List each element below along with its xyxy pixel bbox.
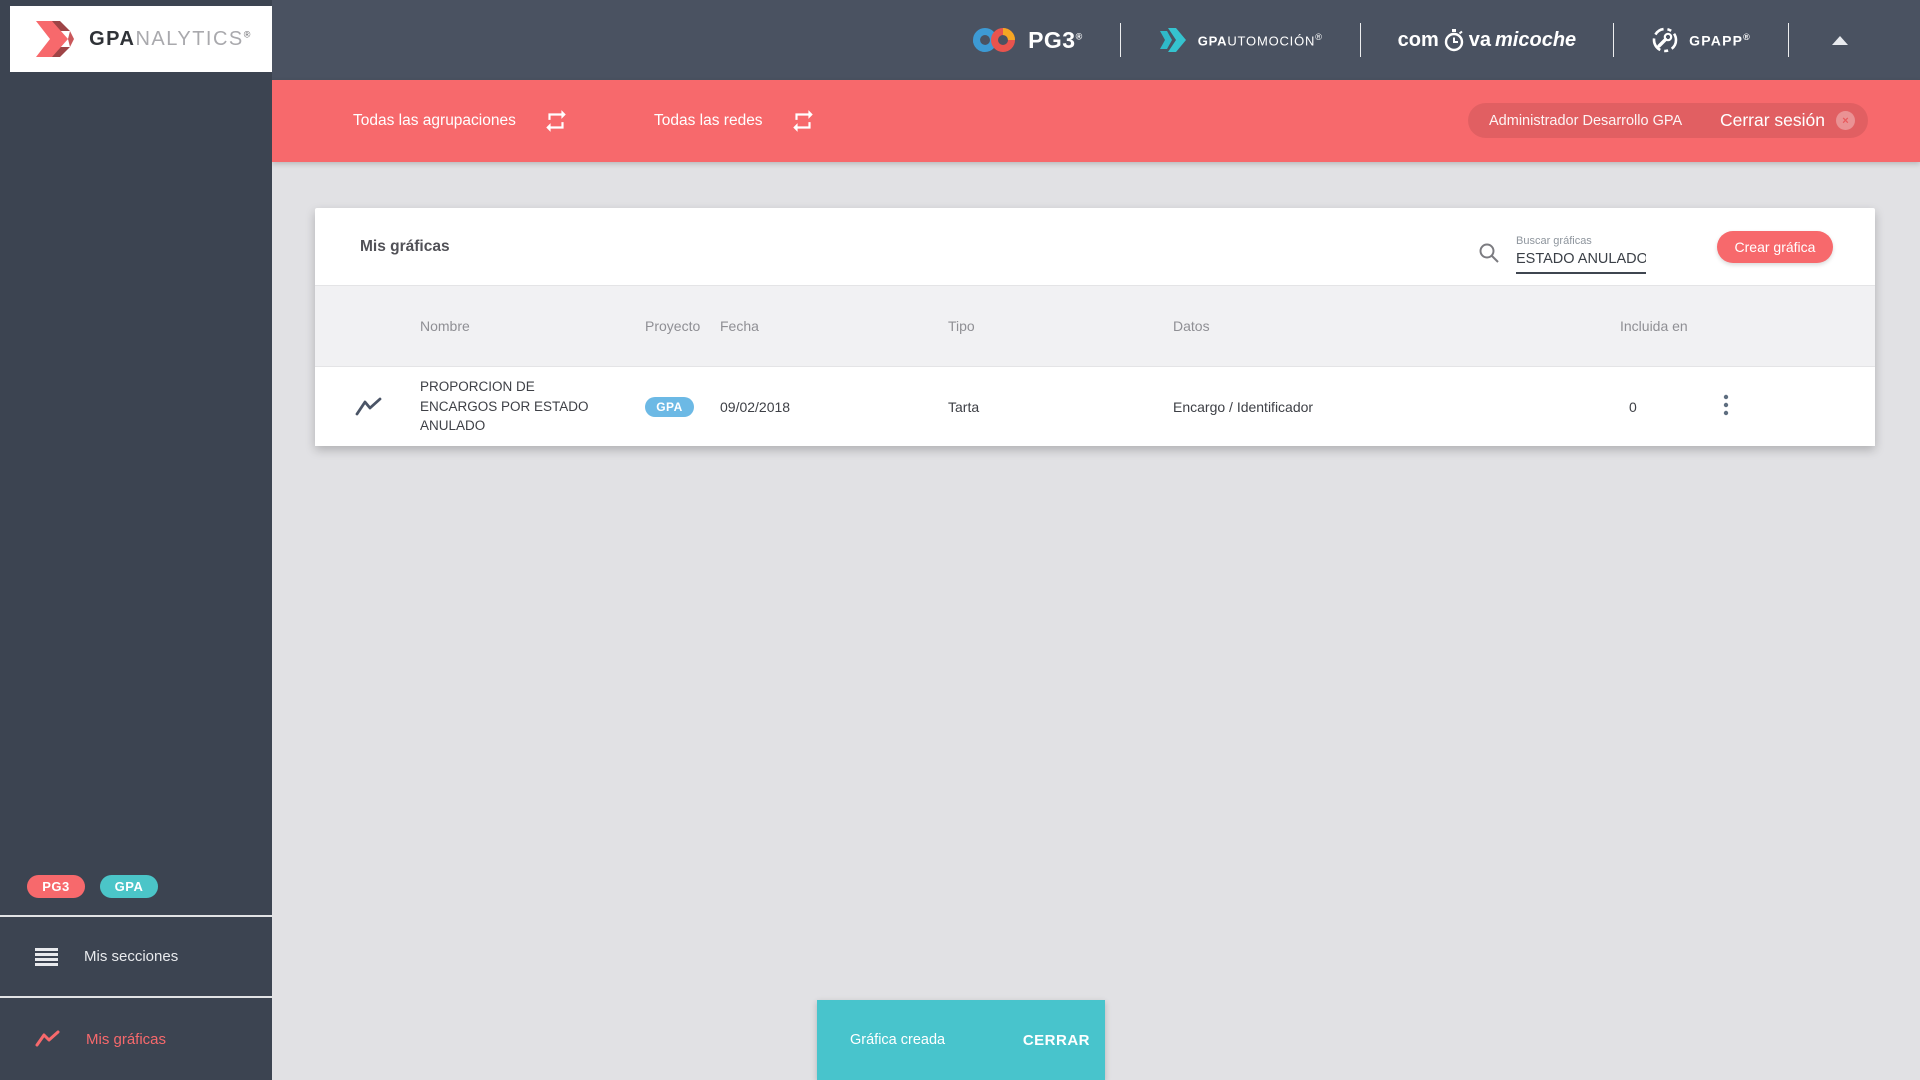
header-cell-fecha: Fecha xyxy=(720,318,759,334)
sidebar: GPANALYTICS® PG3 GPA Mis secciones Mis g… xyxy=(0,0,272,1080)
compravamicoche-logo[interactable]: com va micoche xyxy=(1397,28,1577,52)
logout-label: Cerrar sesión xyxy=(1719,110,1825,130)
search-icon xyxy=(1479,243,1499,263)
sidebar-badges: PG3 GPA xyxy=(0,875,272,915)
logout-close-icon: × xyxy=(1836,111,1855,130)
panel-title: Mis gráficas xyxy=(360,237,450,255)
gpautomocion-label: GPAUTOMOCIÓN® xyxy=(1197,31,1323,49)
top-header: PG3® GPAUTOMOCIÓN® com va micoche GPAPP® xyxy=(272,0,1920,80)
date-cell: 09/02/2018 xyxy=(720,398,791,415)
project-cell: GPA xyxy=(645,396,720,417)
chevron-up-icon xyxy=(1832,35,1848,45)
header-cell-datos: Datos xyxy=(1173,318,1210,334)
header-divider xyxy=(1788,23,1789,57)
sidebar-bottom-menu: PG3 GPA Mis secciones Mis gráficas xyxy=(0,875,272,1080)
sidebar-item-label: Mis secciones xyxy=(84,948,179,965)
header-cell-nombre: Nombre xyxy=(420,318,470,334)
gpaapp-label: GPAPP® xyxy=(1689,31,1751,49)
networks-filter-label[interactable]: Todas las redes xyxy=(654,112,763,130)
row-menu-button[interactable] xyxy=(1717,390,1735,423)
pg3-infinity-icon xyxy=(973,28,1016,52)
search-area: Buscar gráficas xyxy=(1478,208,1646,285)
gpanalytics-logo-icon xyxy=(36,21,75,57)
actions-cell xyxy=(1717,390,1875,423)
filter-bar: Todas las agrupaciones Todas las redes A… xyxy=(272,80,1920,162)
header-divider xyxy=(1613,23,1615,57)
swap-networks-button[interactable] xyxy=(790,108,816,134)
user-session-pill: Administrador Desarrollo GPA Cerrar sesi… xyxy=(1468,103,1868,138)
search-field-label: Buscar gráficas xyxy=(1516,235,1592,247)
sections-list-icon xyxy=(35,947,58,966)
project-badge: GPA xyxy=(645,396,694,417)
chart-name: PROPORCION DE ENCARGOS POR ESTADO ANULAD… xyxy=(420,379,589,434)
repeat-icon xyxy=(792,110,813,132)
gpaapp-wrench-gauge-icon xyxy=(1652,27,1678,53)
snackbar-message: Gráfica creada xyxy=(850,1032,946,1048)
sidebar-item-label: Mis gráficas xyxy=(86,1030,167,1048)
search-field: Buscar gráficas xyxy=(1516,235,1646,274)
line-chart-icon xyxy=(35,1030,60,1047)
badge-pg3[interactable]: PG3 xyxy=(27,875,85,898)
sidebar-item-mis-graficas[interactable]: Mis gráficas xyxy=(0,998,272,1080)
collapse-header-button[interactable] xyxy=(1826,27,1854,54)
groupings-filter-label[interactable]: Todas las agrupaciones xyxy=(353,112,516,130)
table-header-row: Nombre Proyecto Fecha Tipo Datos Incluid… xyxy=(315,285,1875,367)
data-cell: Encargo / Identificador xyxy=(1173,398,1314,415)
my-charts-panel: Mis gráficas Buscar gráficas Crear gráfi… xyxy=(315,208,1875,446)
gpanalytics-logo[interactable]: GPANALYTICS® xyxy=(10,6,272,72)
gpaapp-logo[interactable]: GPAPP® xyxy=(1651,26,1751,54)
groupings-filter: Todas las agrupaciones xyxy=(353,80,569,162)
type-cell: Tarta xyxy=(948,398,980,415)
stopwatch-icon xyxy=(1444,29,1463,52)
panel-header: Mis gráficas Buscar gráficas Crear gráfi… xyxy=(315,208,1875,285)
header-cell-tipo: Tipo xyxy=(948,318,975,334)
chart-name-cell: PROPORCION DE ENCARGOS POR ESTADO ANULAD… xyxy=(420,377,645,436)
gpautomocion-logo[interactable]: GPAUTOMOCIÓN® xyxy=(1158,25,1323,55)
kebab-menu-icon xyxy=(1723,394,1729,416)
create-chart-button[interactable]: Crear gráfica xyxy=(1717,231,1833,263)
row-type-icon-cell xyxy=(315,396,420,418)
gpanalytics-logo-text: GPANALYTICS® xyxy=(89,27,252,50)
included-in-cell: 0 xyxy=(1620,399,1717,415)
pg3-label: PG3® xyxy=(1028,26,1083,53)
header-cell-incluida-en: Incluida en xyxy=(1620,318,1688,334)
search-input[interactable] xyxy=(1516,250,1646,274)
header-cell-proyecto: Proyecto xyxy=(645,318,701,334)
gpautomocion-arrow-icon xyxy=(1159,28,1186,52)
repeat-icon xyxy=(546,110,566,132)
snackbar: Gráfica creada CERRAR xyxy=(817,1000,1105,1080)
badge-gpa[interactable]: GPA xyxy=(100,875,158,898)
search-button[interactable] xyxy=(1478,242,1500,267)
included-in-value: 0 xyxy=(1629,398,1637,415)
sidebar-item-mis-secciones[interactable]: Mis secciones xyxy=(0,917,272,996)
snackbar-close-button[interactable]: CERRAR xyxy=(1023,1032,1090,1049)
user-name: Administrador Desarrollo GPA xyxy=(1489,112,1683,129)
header-divider xyxy=(1359,23,1361,57)
table-row[interactable]: PROPORCION DE ENCARGOS POR ESTADO ANULAD… xyxy=(315,367,1875,446)
compravamicoche-label: com va micoche xyxy=(1397,28,1577,52)
app-window: GPANALYTICS® PG3 GPA Mis secciones Mis g… xyxy=(0,0,1920,1080)
swap-groupings-button[interactable] xyxy=(543,108,569,134)
line-chart-icon xyxy=(355,397,382,415)
logout-button[interactable]: Cerrar sesión × xyxy=(1720,110,1855,131)
pg3-logo[interactable]: PG3® xyxy=(972,24,1083,56)
header-divider xyxy=(1119,23,1121,57)
networks-filter: Todas las redes xyxy=(654,80,816,162)
